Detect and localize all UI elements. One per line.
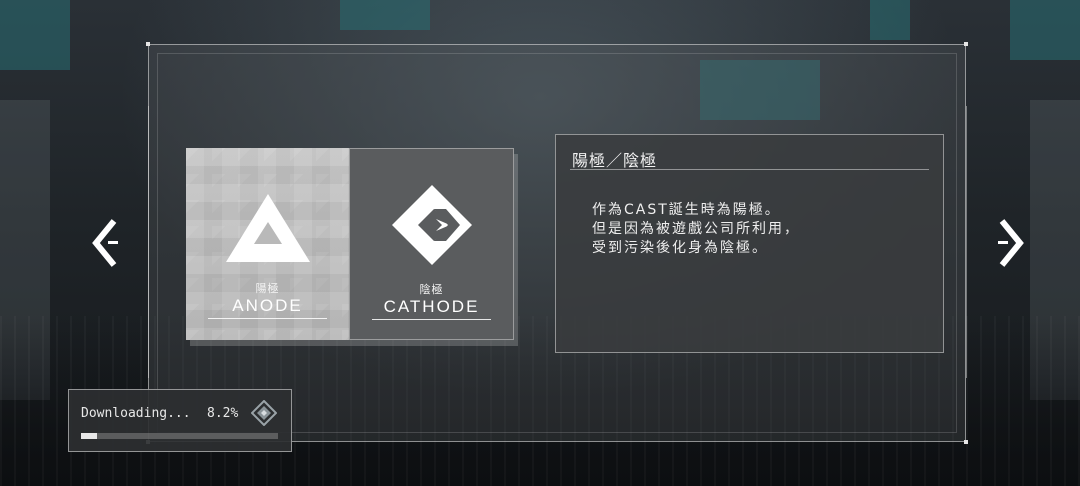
download-progress-fill xyxy=(81,433,98,439)
background-panel xyxy=(1010,0,1080,60)
description-title: 陽極／陰極 xyxy=(572,151,658,170)
diamond-emblem-icon xyxy=(251,400,277,426)
background-panel xyxy=(0,0,70,70)
download-progress-bar xyxy=(81,433,278,439)
tile-underline xyxy=(372,319,491,320)
chevron-right-icon xyxy=(998,219,1024,267)
tile-sub-label: 陽極 xyxy=(255,282,280,295)
prev-button[interactable] xyxy=(90,215,122,271)
description-panel: 陽極／陰極 作為CAST誕生時為陽極。 但是因為被遊戲公司所利用， 受到污染後化… xyxy=(555,134,944,353)
background-panel xyxy=(340,0,430,30)
download-label: Downloading... xyxy=(81,406,191,421)
description-line: 作為CAST誕生時為陽極。 xyxy=(592,202,781,218)
frame-side-line xyxy=(148,106,149,378)
frame-side-line xyxy=(966,106,967,378)
option-tile-anode[interactable]: 陽極 ANODE xyxy=(186,148,349,340)
tile-label: CATHODE xyxy=(383,297,480,316)
next-button[interactable] xyxy=(994,215,1026,271)
tile-underline xyxy=(208,318,327,319)
tile-sub-label: 陰極 xyxy=(419,283,444,296)
description-divider xyxy=(570,169,929,170)
description-line: 但是因為被遊戲公司所利用， xyxy=(592,221,800,237)
frame-corner xyxy=(964,42,968,46)
download-status-box: Downloading... 8.2% xyxy=(68,389,292,452)
frame-corner xyxy=(146,42,150,46)
tile-label: ANODE xyxy=(232,296,303,315)
frame-corner xyxy=(964,440,968,444)
description-line: 受到污染後化身為陰極。 xyxy=(592,240,768,256)
download-percent: 8.2% xyxy=(207,406,239,421)
chevron-left-icon xyxy=(92,219,118,267)
anode-triangle-icon xyxy=(226,194,310,262)
option-tile-cathode[interactable]: 陰極 CATHODE xyxy=(349,148,514,340)
description-body: 作為CAST誕生時為陽極。 但是因為被遊戲公司所利用， 受到污染後化身為陰極。 xyxy=(592,201,922,258)
background-panel xyxy=(870,0,910,40)
cathode-diamond-icon xyxy=(392,185,472,265)
